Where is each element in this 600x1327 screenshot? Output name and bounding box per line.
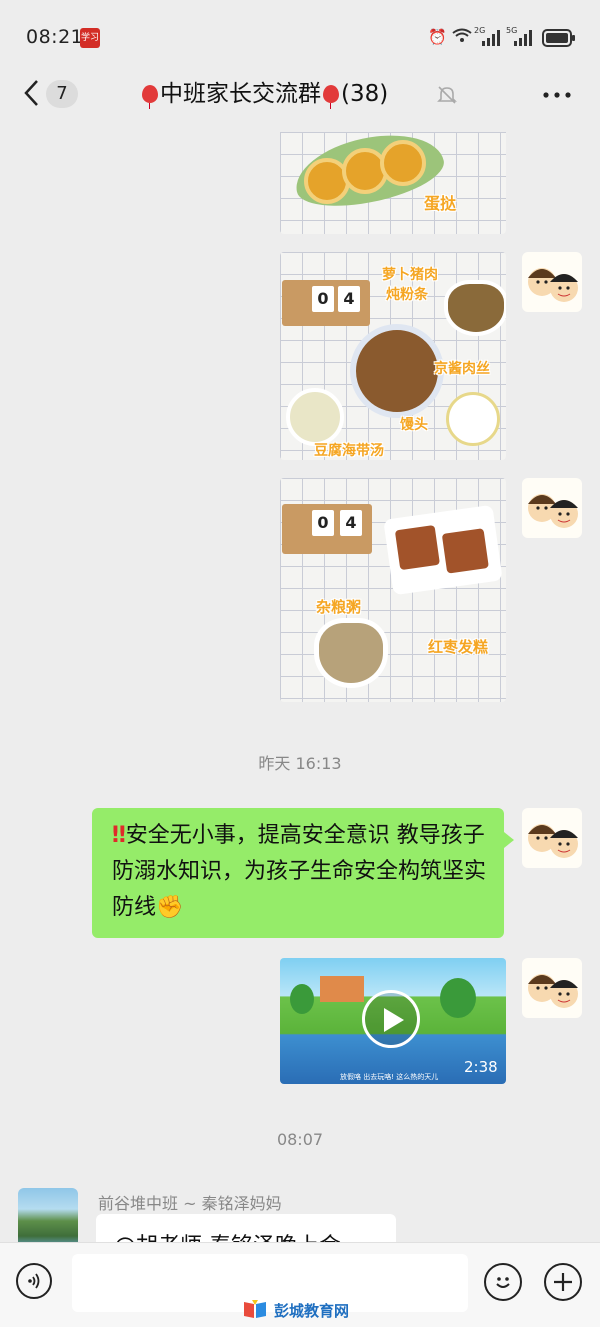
user-avatar[interactable]	[522, 958, 582, 1018]
food-label: 蛋挞	[424, 194, 457, 213]
steamed-bun	[446, 392, 500, 446]
calendar-block: 04	[282, 280, 370, 326]
more-options-icon[interactable]	[542, 80, 572, 105]
food-label: 京酱肉丝	[434, 361, 490, 377]
cake-plate	[383, 504, 503, 596]
calendar-block: 04	[282, 504, 372, 554]
member-count: (38)	[341, 81, 389, 107]
snack-photo[interactable]: 04 杂粮粥 红枣发糕	[280, 478, 506, 702]
emoji-icon[interactable]	[484, 1263, 522, 1301]
house-illustration	[320, 976, 364, 1002]
tree-illustration	[290, 984, 314, 1014]
back-arrow-icon[interactable]	[22, 78, 40, 116]
balloon-icon	[323, 85, 339, 109]
sender-avatar[interactable]	[18, 1188, 78, 1248]
battery-icon	[542, 29, 576, 51]
add-more-icon[interactable]	[544, 1263, 582, 1301]
lunch-photo[interactable]: 04 萝卜猪肉 炖粉条 京酱肉丝 馒头 豆腐海带汤	[280, 252, 506, 460]
double-exclamation-icon: ‼	[112, 823, 126, 848]
message-input[interactable]	[72, 1254, 468, 1312]
signal-icon-2	[514, 30, 532, 50]
porridge-bowl	[314, 618, 388, 688]
soup-bowl	[286, 388, 344, 446]
message-text-container: ‼安全无小事，提高安全意识 教导孩子防溺水知识，为孩子生命安全构筑坚实防线✊	[112, 818, 492, 926]
egg-tart-photo[interactable]: 蛋挞	[280, 132, 506, 234]
voice-input-icon[interactable]	[16, 1263, 52, 1299]
watermark-text: 彭城教育网	[274, 1302, 350, 1320]
user-avatar[interactable]	[522, 252, 582, 312]
message-timestamp: 昨天 16:13	[258, 754, 342, 773]
fist-emoji-icon: ✊	[156, 895, 184, 920]
food-label: 红枣发糕	[428, 638, 489, 656]
egg-tart	[380, 140, 426, 186]
balloon-icon	[142, 85, 158, 109]
alarm-icon: ⏰	[428, 28, 447, 46]
status-time: 08:21	[26, 26, 84, 48]
food-label: 馒头	[400, 417, 428, 433]
mute-bell-icon	[436, 84, 458, 106]
food-label: 萝卜猪肉	[382, 267, 438, 283]
user-avatar[interactable]	[522, 808, 582, 868]
food-label: 杂粮粥	[316, 598, 362, 616]
food-label: 豆腐海带汤	[314, 443, 384, 459]
play-triangle	[384, 1008, 404, 1032]
video-duration: 2:38	[464, 1058, 498, 1076]
video-caption: 放假咯 出去玩咯! 这么热的天儿	[340, 1073, 439, 1081]
chat-title[interactable]: 中班家长交流群 (38)	[140, 78, 388, 110]
user-avatar[interactable]	[522, 478, 582, 538]
signal-icon-1	[482, 30, 500, 50]
side-dish	[444, 280, 506, 336]
group-name: 中班家长交流群	[160, 81, 321, 107]
sender-name: 前谷堆中班 ~ 秦铭泽妈妈	[98, 1194, 282, 1213]
unread-count-badge[interactable]: 7	[46, 80, 78, 108]
main-dish	[350, 324, 444, 418]
wifi-icon	[452, 28, 472, 48]
tree-illustration	[440, 978, 476, 1018]
app-badge-icon: 学习	[80, 28, 100, 48]
food-label: 炖粉条	[386, 287, 428, 303]
book-logo-icon	[242, 1298, 268, 1320]
message-timestamp: 08:07	[276, 1130, 324, 1149]
